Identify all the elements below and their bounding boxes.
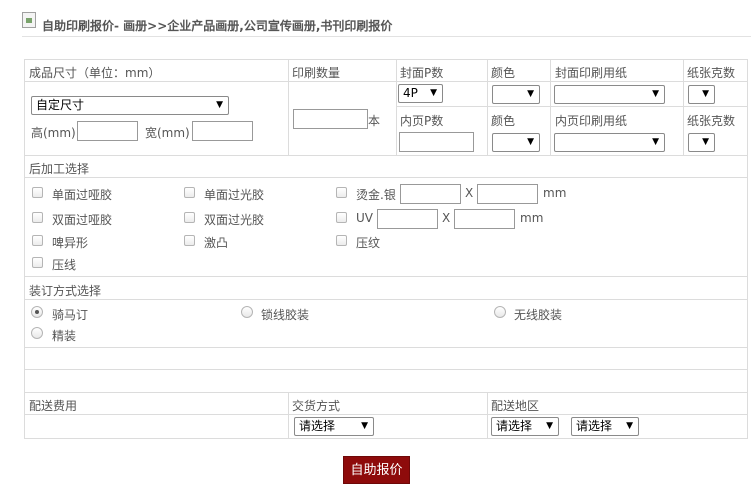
checkbox-emboss[interactable] xyxy=(184,235,195,246)
foil-unit: mm xyxy=(543,186,567,200)
height-label: 高(mm) xyxy=(31,126,76,140)
cover-weight-select[interactable]: ▼ xyxy=(688,85,715,104)
dropdown-arrow-icon: ▼ xyxy=(546,421,553,431)
option-emboss: 激凸 xyxy=(204,236,229,250)
radio-sewn-binding[interactable] xyxy=(241,306,253,318)
option-double-matte: 双面过哑胶 xyxy=(52,213,113,227)
region-city-value: 请选择 xyxy=(576,419,613,433)
radio-saddle-stitch[interactable] xyxy=(31,306,43,318)
cover-color-label: 颜色 xyxy=(491,66,516,80)
uv-width-input[interactable] xyxy=(454,209,515,229)
delivery-method-value: 请选择 xyxy=(299,419,336,433)
uv-times-sign: X xyxy=(442,211,451,225)
dropdown-arrow-icon: ▼ xyxy=(652,137,659,147)
option-crease: 压线 xyxy=(52,258,77,272)
cover-pages-value: 4P xyxy=(403,86,418,100)
checkbox-foil[interactable] xyxy=(336,187,347,198)
quantity-label: 印刷数量 xyxy=(292,66,341,80)
quantity-input[interactable] xyxy=(293,109,368,129)
option-saddle-stitch: 骑马订 xyxy=(52,308,89,322)
page-title: 自助印刷报价- 画册>>企业产品画册,公司宣传画册,书刊印刷报价 xyxy=(42,19,393,33)
size-select-value: 自定尺寸 xyxy=(36,98,85,112)
cover-paper-label: 封面印刷用纸 xyxy=(555,66,628,80)
inner-pages-input[interactable] xyxy=(399,132,474,152)
page-header: 自助印刷报价- 画册>>企业产品画册,公司宣传画册,书刊印刷报价 xyxy=(22,8,751,37)
cover-color-select[interactable]: ▼ xyxy=(492,85,540,104)
radio-hardcover[interactable] xyxy=(31,327,43,339)
dropdown-arrow-icon: ▼ xyxy=(430,88,437,98)
uv-unit: mm xyxy=(520,211,544,225)
inner-weight-label: 纸张克数 xyxy=(687,114,736,128)
option-single-gloss: 单面过光胶 xyxy=(204,188,265,202)
dropdown-arrow-icon: ▼ xyxy=(527,137,534,147)
dropdown-arrow-icon: ▼ xyxy=(652,89,659,99)
inner-pages-label: 内页P数 xyxy=(400,114,444,128)
binding-label: 装订方式选择 xyxy=(29,284,102,298)
dropdown-arrow-icon: ▼ xyxy=(626,421,633,431)
width-label: 宽(mm) xyxy=(145,126,190,140)
dropdown-arrow-icon: ▼ xyxy=(361,421,368,431)
size-label: 成品尺寸（单位：mm） xyxy=(29,66,161,80)
option-single-matte: 单面过哑胶 xyxy=(52,188,113,202)
option-sewn-binding: 锁线胶装 xyxy=(261,308,310,322)
cover-weight-label: 纸张克数 xyxy=(687,66,736,80)
option-hardcover: 精装 xyxy=(52,329,77,343)
region-city-select[interactable]: 请选择 ▼ xyxy=(571,417,639,436)
broken-image-icon xyxy=(22,12,36,28)
radio-perfect-binding[interactable] xyxy=(494,306,506,318)
option-foil: 烫金.银 xyxy=(356,188,396,202)
checkbox-single-gloss[interactable] xyxy=(184,187,195,198)
checkbox-single-matte[interactable] xyxy=(32,187,43,198)
size-select[interactable]: 自定尺寸 ▼ xyxy=(31,96,229,115)
delivery-method-select[interactable]: 请选择 ▼ xyxy=(294,417,374,436)
checkbox-crease[interactable] xyxy=(32,257,43,268)
foil-width-input[interactable] xyxy=(477,184,538,204)
quote-submit-button[interactable]: 自助报价 xyxy=(343,456,410,484)
region-province-value: 请选择 xyxy=(496,419,533,433)
inner-weight-select[interactable]: ▼ xyxy=(688,133,715,152)
dropdown-arrow-icon: ▼ xyxy=(527,89,534,99)
option-double-gloss: 双面过光胶 xyxy=(204,213,265,227)
dropdown-arrow-icon: ▼ xyxy=(216,100,223,110)
width-input[interactable] xyxy=(192,121,253,141)
option-die-cut: 啤异形 xyxy=(52,236,89,250)
inner-color-label: 颜色 xyxy=(491,114,516,128)
checkbox-double-gloss[interactable] xyxy=(184,212,195,223)
checkbox-uv[interactable] xyxy=(336,212,347,223)
post-processing-label: 后加工选择 xyxy=(29,162,90,176)
quantity-unit: 本 xyxy=(368,114,381,128)
dropdown-arrow-icon: ▼ xyxy=(702,137,709,147)
delivery-method-label: 交货方式 xyxy=(292,399,341,413)
delivery-region-label: 配送地区 xyxy=(491,399,540,413)
inner-color-select[interactable]: ▼ xyxy=(492,133,540,152)
height-input[interactable] xyxy=(77,121,138,141)
cover-pages-select[interactable]: 4P ▼ xyxy=(398,84,443,103)
inner-paper-label: 内页印刷用纸 xyxy=(555,114,628,128)
checkbox-texture[interactable] xyxy=(336,235,347,246)
uv-length-input[interactable] xyxy=(377,209,438,229)
checkbox-double-matte[interactable] xyxy=(32,212,43,223)
foil-times-sign: X xyxy=(465,186,474,200)
checkbox-die-cut[interactable] xyxy=(32,235,43,246)
cover-pages-label: 封面P数 xyxy=(400,66,444,80)
foil-length-input[interactable] xyxy=(400,184,461,204)
option-perfect-binding: 无线胶装 xyxy=(514,308,563,322)
option-texture: 压纹 xyxy=(356,236,381,250)
region-province-select[interactable]: 请选择 ▼ xyxy=(491,417,559,436)
delivery-fee-label: 配送费用 xyxy=(29,399,78,413)
option-uv: UV xyxy=(356,211,373,225)
inner-paper-select[interactable]: ▼ xyxy=(554,133,665,152)
dropdown-arrow-icon: ▼ xyxy=(702,89,709,99)
cover-paper-select[interactable]: ▼ xyxy=(554,85,665,104)
